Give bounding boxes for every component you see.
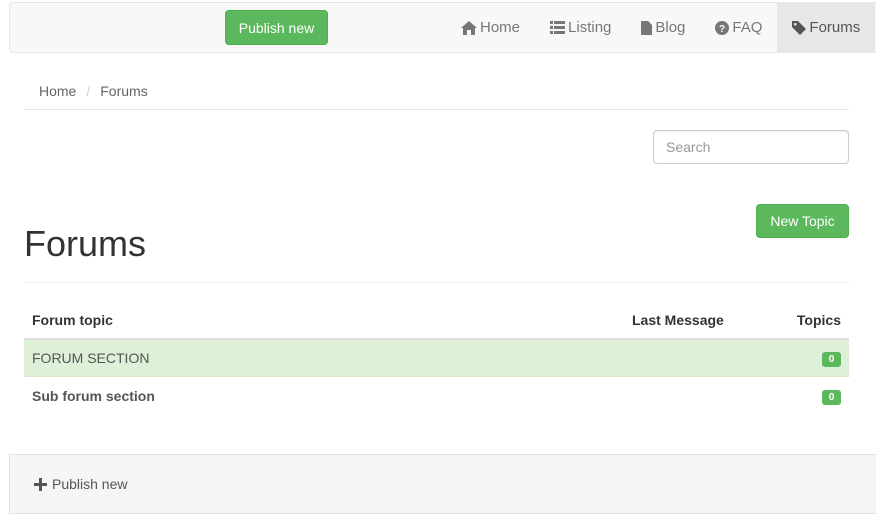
nav-blog[interactable]: Blog xyxy=(626,3,700,52)
home-icon xyxy=(461,20,477,35)
header-last-message: Last Message xyxy=(632,312,724,328)
topic-count-badge: 0 xyxy=(822,389,841,405)
svg-text:?: ? xyxy=(719,24,725,35)
header-forum-topic: Forum topic xyxy=(32,312,113,328)
question-circle-icon: ? xyxy=(715,20,730,35)
breadcrumb-home[interactable]: Home xyxy=(39,83,76,99)
tag-icon xyxy=(792,20,807,35)
breadcrumb: Home / Forums xyxy=(24,72,849,110)
list-icon xyxy=(550,21,566,34)
plus-icon xyxy=(34,477,47,491)
forum-section-topics: 0 xyxy=(772,349,849,367)
nav-faq[interactable]: ? FAQ xyxy=(700,3,777,52)
table-row[interactable]: Sub forum section 0 xyxy=(24,377,849,414)
nav-home-label: Home xyxy=(480,19,521,36)
forum-section-name: FORUM SECTION xyxy=(32,350,150,366)
footer-bar: Publish new xyxy=(9,454,876,514)
title-divider xyxy=(24,282,849,283)
sub-forum-link[interactable]: Sub forum section xyxy=(24,388,632,404)
main-nav: Home Listing Blog ? FAQ Forums xyxy=(446,3,876,52)
page-title: Forums xyxy=(24,223,147,264)
table-header: Forum topic Last Message Topics xyxy=(24,302,849,340)
top-navbar: Publish new Home Listing Blog ? FAQ Foru… xyxy=(9,2,876,53)
footer-publish-new-label: Publish new xyxy=(52,476,128,492)
publish-new-button[interactable]: Publish new xyxy=(225,10,328,45)
topic-count-badge: 0 xyxy=(822,352,841,367)
file-icon xyxy=(641,20,653,35)
header-topics: Topics xyxy=(796,312,841,328)
search-input[interactable] xyxy=(653,130,849,164)
nav-forums[interactable]: Forums xyxy=(777,3,876,52)
forum-table: Forum topic Last Message Topics FORUM SE… xyxy=(24,302,849,414)
nav-listing[interactable]: Listing xyxy=(535,3,626,52)
nav-forums-label: Forums xyxy=(809,19,861,36)
breadcrumb-separator: / xyxy=(86,82,91,99)
breadcrumb-current: Forums xyxy=(100,82,148,99)
nav-blog-label: Blog xyxy=(655,19,686,36)
new-topic-button[interactable]: New Topic xyxy=(756,204,849,238)
nav-faq-label: FAQ xyxy=(732,19,763,36)
table-row: FORUM SECTION 0 xyxy=(24,340,849,377)
nav-listing-label: Listing xyxy=(568,19,612,36)
nav-home[interactable]: Home xyxy=(446,3,535,52)
sub-forum-topics: 0 xyxy=(772,387,849,405)
footer-publish-new-link[interactable]: Publish new xyxy=(34,476,128,492)
